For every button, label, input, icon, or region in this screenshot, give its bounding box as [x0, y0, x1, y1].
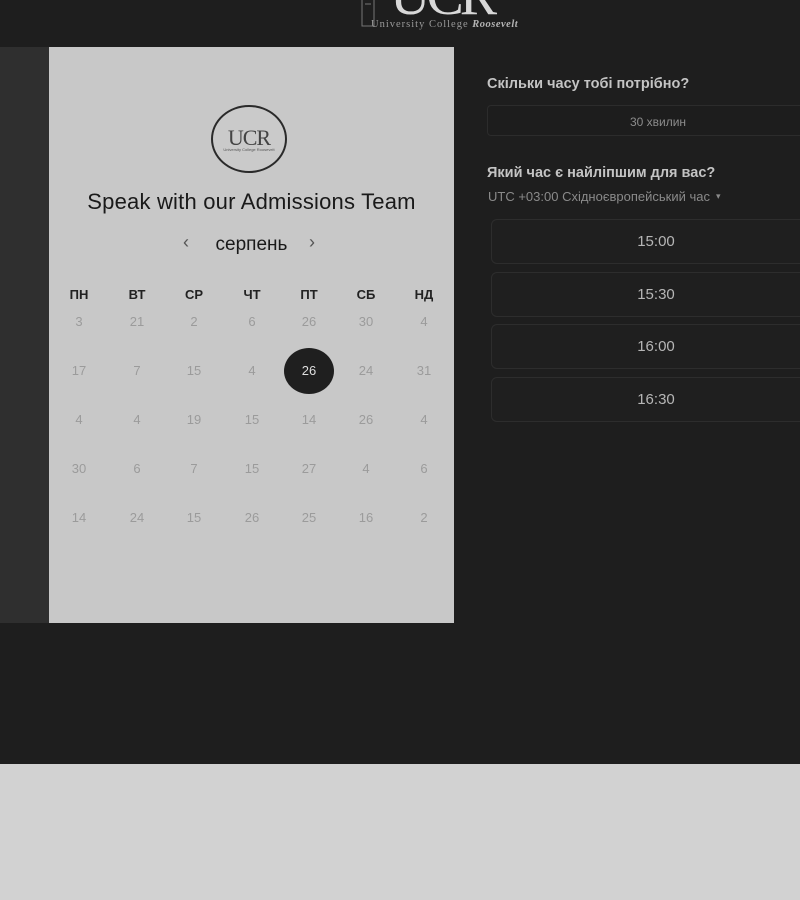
calendar-day[interactable]: 3 [54, 299, 104, 345]
calendar-day[interactable]: 4 [341, 446, 391, 492]
calendar-day[interactable]: 26 [284, 299, 334, 345]
calendar-day[interactable]: 15 [169, 348, 219, 394]
calendar-day[interactable]: 2 [399, 495, 449, 541]
duration-question: Скільки часу тобі потрібно? [487, 76, 690, 92]
time-slot-button[interactable]: 16:00 [491, 324, 800, 369]
timezone-label: UTC +03:00 Східноєвропейський час [488, 189, 710, 204]
card-title: Speak with our Admissions Team [87, 189, 416, 214]
calendar-day[interactable]: 4 [227, 348, 277, 394]
calendar-day[interactable]: 31 [399, 348, 449, 394]
calendar-day[interactable]: 15 [227, 446, 277, 492]
calendar-day-selected[interactable]: 26 [284, 348, 334, 394]
time-slot-button[interactable]: 16:30 [491, 377, 800, 422]
calendar-day[interactable]: 16 [341, 495, 391, 541]
header-subtitle-left: University College [371, 19, 469, 30]
timezone-selector[interactable]: UTC +03:00 Східноєвропейський час ▾ [488, 189, 721, 204]
calendar-day[interactable]: 30 [54, 446, 104, 492]
month-label: серпень [215, 234, 288, 255]
month-navigator: ‹ серпень › [49, 232, 454, 256]
duration-selector[interactable]: 30 хвилин [487, 105, 800, 136]
calendar-day[interactable]: 19 [169, 397, 219, 443]
calendar-day[interactable]: 4 [112, 397, 162, 443]
calendar-day[interactable]: 15 [169, 495, 219, 541]
time-slot-label: 16:30 [637, 391, 675, 408]
calendar-day[interactable]: 2 [169, 299, 219, 345]
time-slot-button[interactable]: 15:00 [491, 219, 800, 264]
calendar-day[interactable]: 21 [112, 299, 162, 345]
calendar-day[interactable]: 6 [227, 299, 277, 345]
calendar-day[interactable]: 4 [399, 397, 449, 443]
next-month-icon[interactable]: › [309, 232, 315, 253]
calendar-day[interactable]: 4 [399, 299, 449, 345]
calendar-day[interactable]: 7 [169, 446, 219, 492]
time-slot-label: 15:00 [637, 233, 675, 250]
header-subtitle-right: Roosevelt [472, 19, 519, 30]
time-slot-label: 16:00 [637, 338, 675, 355]
calendar-day[interactable]: 24 [341, 348, 391, 394]
calendar-day[interactable]: 25 [284, 495, 334, 541]
time-slot-label: 15:30 [637, 286, 675, 303]
calendar-day[interactable]: 7 [112, 348, 162, 394]
calendar-day[interactable]: 6 [112, 446, 162, 492]
calendar-day[interactable]: 4 [54, 397, 104, 443]
calendar-day[interactable]: 14 [284, 397, 334, 443]
time-question: Який час є найліпшим для вас? [487, 165, 716, 181]
calendar-day[interactable]: 17 [54, 348, 104, 394]
calendar-day[interactable]: 30 [341, 299, 391, 345]
calendar-day[interactable]: 14 [54, 495, 104, 541]
duration-value: 30 хвилин [629, 115, 687, 129]
calendar-day[interactable]: 27 [284, 446, 334, 492]
calendar-day[interactable]: 6 [399, 446, 449, 492]
calendar-day[interactable]: 26 [227, 495, 277, 541]
header-subtitle: University College Roosevelt [371, 19, 518, 30]
calendar-day[interactable]: 15 [227, 397, 277, 443]
card-logo-small-text: University College Roosevelt [223, 147, 275, 152]
time-slot-button[interactable]: 15:30 [491, 272, 800, 317]
calendar-card: UCR University College Roosevelt Speak w… [49, 47, 454, 623]
left-side-strip [0, 47, 49, 623]
calendar-day[interactable]: 24 [112, 495, 162, 541]
card-logo: UCR University College Roosevelt [211, 105, 287, 173]
chevron-down-icon: ▾ [715, 191, 721, 201]
calendar-day[interactable]: 26 [341, 397, 391, 443]
